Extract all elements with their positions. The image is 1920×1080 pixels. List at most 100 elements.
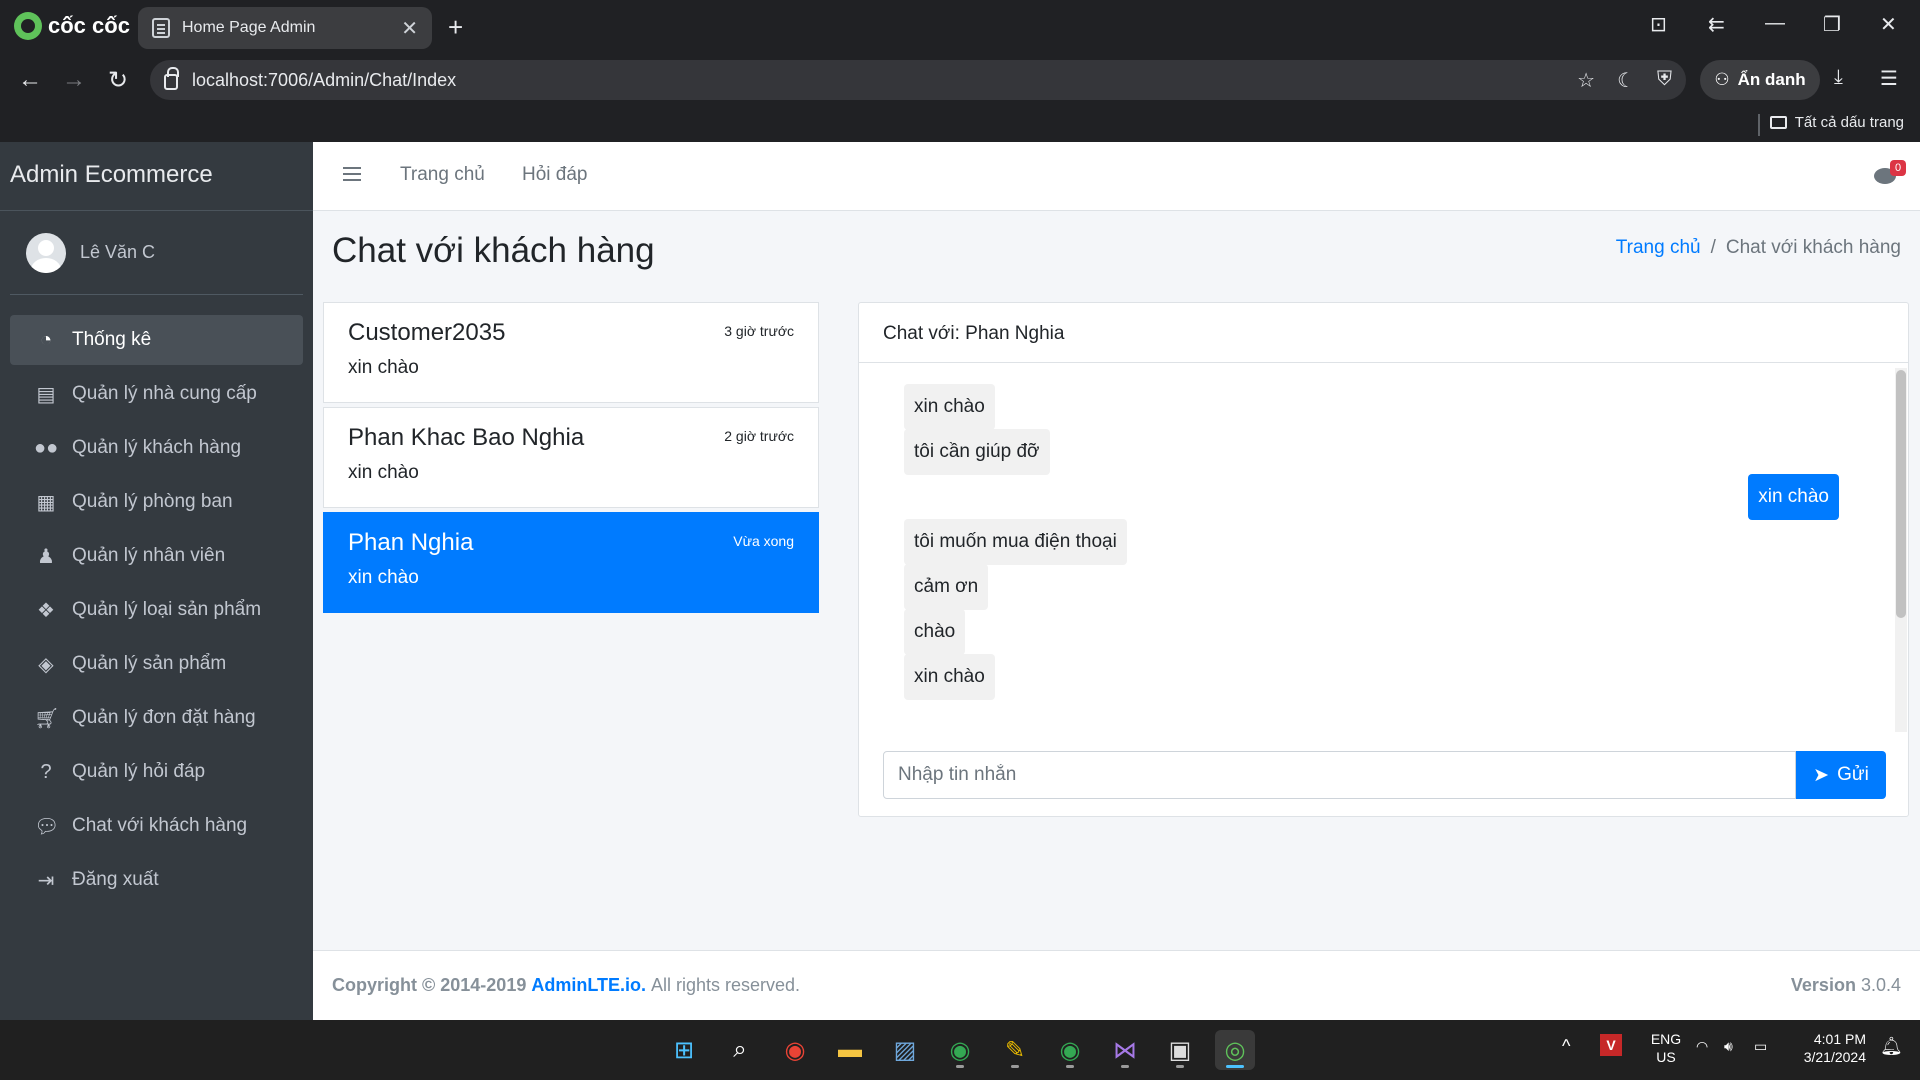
sidebar-item-label: Quản lý phòng ban — [72, 491, 233, 512]
all-bookmarks-label: Tất cả dấu trang — [1794, 114, 1904, 131]
nav-qa-link[interactable]: Hỏi đáp — [522, 164, 588, 186]
sidebar-item-dashboard[interactable]: ◔ Thống kê — [10, 315, 303, 365]
incognito-button[interactable]: ⚇ Ẩn danh — [1700, 60, 1820, 100]
restore-button[interactable]: ❐ — [1823, 12, 1841, 37]
url-text: localhost:7006/Admin/Chat/Index — [192, 69, 457, 90]
sidebar-item-qa[interactable]: ? Quản lý hỏi đáp — [10, 747, 303, 797]
back-button[interactable]: ← — [18, 66, 42, 94]
version-info: Version 3.0.4 — [1791, 975, 1901, 996]
conversation-name: Phan Nghia — [348, 529, 474, 556]
sidebar-item-employees[interactable]: ♟ Quản lý nhân viên — [10, 531, 303, 581]
breadcrumb-separator: / — [1710, 237, 1716, 258]
browser-brand[interactable]: cốc cốc — [14, 12, 130, 40]
all-bookmarks-button[interactable]: Tất cả dấu trang — [1769, 114, 1904, 131]
new-tab-button[interactable]: + — [448, 12, 463, 43]
chat-input-row: ➤ Gửi — [883, 751, 1886, 799]
browser-toolbar: ← → ↻ localhost:7006/Admin/Chat/Index ☆ … — [0, 54, 1920, 108]
search-icon[interactable]: ⌕ — [720, 1030, 760, 1070]
user-tie-icon: ♟ — [37, 545, 55, 568]
notification-bell-icon[interactable]: 🔔︎ — [1880, 1036, 1903, 1057]
running-indicator — [1066, 1065, 1074, 1068]
chat-header: Chat với: Phan Nghia — [859, 303, 1908, 363]
photos-icon[interactable]: ▨ — [885, 1030, 925, 1070]
coccoc-taskbar-icon[interactable]: ◎ — [1215, 1030, 1255, 1070]
coccoc-logo-icon — [14, 12, 42, 40]
conversation-item-active[interactable]: Phan Nghia xin chào Vừa xong — [323, 512, 819, 613]
sidebar-item-departments[interactable]: ▦ Quản lý phòng ban — [10, 477, 303, 527]
chrome-icon[interactable]: ◉ — [775, 1030, 815, 1070]
message-bubble-customer: tôi cần giúp đỡ — [904, 429, 1050, 475]
chrome-profile-icon[interactable]: ◉ — [940, 1030, 980, 1070]
sidebar-item-label: Quản lý sản phẩm — [72, 653, 227, 674]
sidebar-item-logout[interactable]: ⇥ Đăng xuất — [10, 855, 303, 905]
sidebar-item-categories[interactable]: ❖ Quản lý loại sản phẩm — [10, 585, 303, 635]
reload-button[interactable]: ↻ — [108, 66, 128, 95]
message-bubble-customer: tôi muốn mua điện thoại — [904, 519, 1127, 565]
avatar — [26, 232, 66, 273]
sidebar-item-products[interactable]: ◈ Quản lý sản phẩm — [10, 639, 303, 689]
visual-studio-icon[interactable]: ⋈ — [1105, 1030, 1145, 1070]
battery-icon[interactable]: ▭ — [1754, 1038, 1767, 1055]
store-icon: ▤ — [36, 383, 56, 406]
browser-tab[interactable]: Home Page Admin ✕ — [138, 7, 432, 49]
sidebar-item-chat[interactable]: 💬︎ Chat với khách hàng — [10, 801, 303, 851]
lock-icon[interactable] — [164, 67, 179, 90]
send-button-label: Gửi — [1837, 764, 1869, 785]
dark-mode-icon[interactable]: ☾ — [1617, 68, 1635, 93]
user-name[interactable]: Lê Văn C — [80, 242, 155, 263]
forward-button[interactable]: → — [62, 66, 86, 94]
clock[interactable]: 4:01 PM 3/21/2024 — [1794, 1030, 1866, 1066]
close-tab-icon[interactable]: ✕ — [401, 16, 418, 41]
minimize-button[interactable]: — — [1765, 12, 1785, 35]
scrollbar-thumb[interactable] — [1896, 370, 1906, 618]
nav-home-link[interactable]: Trang chủ — [400, 164, 485, 186]
version-label: Version — [1790, 975, 1856, 995]
windows-start-icon[interactable]: ⊞ — [664, 1030, 704, 1070]
sidebar-item-customers[interactable]: ●● Quản lý khách hàng — [10, 423, 303, 473]
menu-icon[interactable]: ☰ — [1880, 66, 1898, 91]
screen-search-icon[interactable]: ⊡ — [1650, 12, 1667, 37]
running-indicator — [956, 1065, 964, 1068]
sidebar-item-label: Chat với khách hàng — [72, 815, 248, 836]
conversation-item[interactable]: Customer2035 xin chào 3 giờ trước — [323, 302, 819, 403]
show-hidden-icons-icon[interactable]: ^ — [1562, 1036, 1570, 1057]
sticky-tools-icon[interactable]: ✎ — [995, 1030, 1035, 1070]
sign-out-icon: ⇥ — [37, 869, 55, 892]
message-input[interactable] — [883, 751, 1796, 799]
close-window-button[interactable]: ✕ — [1880, 12, 1897, 37]
bookmark-star-icon[interactable]: ☆ — [1577, 68, 1595, 93]
volume-icon[interactable]: 🔊︎ — [1724, 1038, 1733, 1055]
top-navbar: Trang chủ Hỏi đáp 0 — [313, 142, 1920, 211]
messages-button[interactable]: 0 — [1874, 160, 1906, 186]
download-icon[interactable]: ⤓ — [1834, 66, 1843, 89]
sidebar-item-orders[interactable]: 🛒︎ Quản lý đơn đặt hàng — [10, 693, 303, 743]
sidebar-brand[interactable]: Admin Ecommerce — [0, 142, 313, 211]
conversation-item[interactable]: Phan Khac Bao Nghia xin chào 2 giờ trước — [323, 407, 819, 508]
chat-messages[interactable]: xin chào tôi cần giúp đỡ xin chào tôi mu… — [859, 364, 1910, 736]
language-indicator[interactable]: ENG US — [1646, 1030, 1686, 1066]
file-explorer-icon[interactable]: ▬ — [830, 1030, 870, 1070]
terminal-icon[interactable]: ▣ — [1160, 1030, 1200, 1070]
notification-badge: 0 — [1890, 160, 1906, 176]
address-bar[interactable]: localhost:7006/Admin/Chat/Index ☆ ☾ ⛨ — [150, 60, 1686, 100]
sidebar-item-suppliers[interactable]: ▤ Quản lý nhà cung cấp — [10, 369, 303, 419]
breadcrumb-home-link[interactable]: Trang chủ — [1616, 237, 1701, 259]
browser-tab-bar: cốc cốc Home Page Admin ✕ + ⊡ ⇇ — ❐ ✕ — [0, 0, 1920, 54]
back-history-icon[interactable]: ⇇ — [1708, 12, 1725, 37]
comments-icon: 💬︎ — [34, 815, 60, 838]
main-content: Trang chủ Hỏi đáp 0 Chat với khách hàng … — [313, 142, 1920, 1020]
hamburger-menu-icon[interactable] — [343, 167, 361, 169]
breadcrumb-current: Chat với khách hàng — [1725, 237, 1901, 258]
shield-icon[interactable]: ⛨ — [1657, 68, 1672, 93]
users-icon: ●● — [34, 436, 59, 459]
sidebar: Admin Ecommerce Lê Văn C ◔ Thống kê ▤ Qu… — [0, 142, 313, 1020]
vietkey-icon[interactable]: V — [1600, 1034, 1622, 1056]
wifi-icon[interactable]: ◠ — [1696, 1038, 1708, 1055]
adminlte-link[interactable]: AdminLTE.io. — [531, 975, 646, 996]
incognito-label: Ẩn danh — [1737, 70, 1806, 89]
message-bubble-customer: xin chào — [904, 384, 995, 430]
conversation-last-message: xin chào — [348, 462, 419, 483]
send-button[interactable]: ➤ Gửi — [1796, 751, 1886, 799]
chat-scrollbar[interactable] — [1895, 368, 1907, 732]
chrome-profile-2-icon[interactable]: ◉ — [1050, 1030, 1090, 1070]
